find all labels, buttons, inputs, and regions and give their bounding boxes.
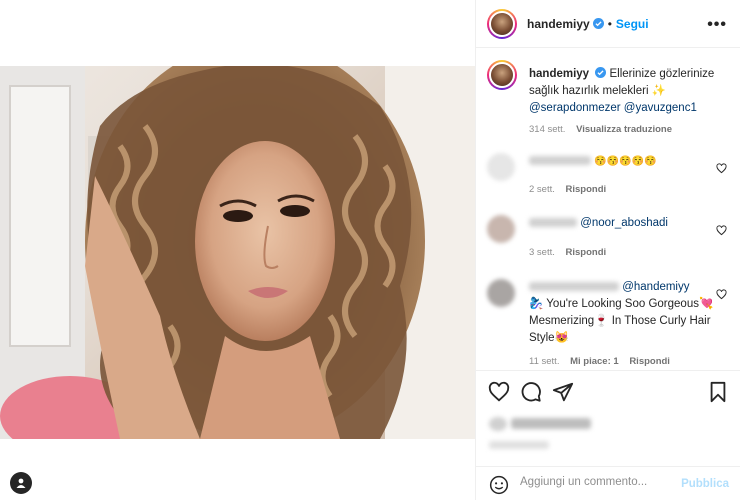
post-date-blurred xyxy=(489,436,549,454)
author-avatar[interactable] xyxy=(487,8,517,39)
commenter-avatar[interactable] xyxy=(487,279,515,307)
reply-button[interactable]: Rispondi xyxy=(566,184,607,195)
verified-badge-icon xyxy=(595,67,607,78)
user-icon xyxy=(16,478,26,488)
comment-likes-count[interactable]: Mi piace: 1 xyxy=(570,356,619,367)
comment-like-heart-icon[interactable] xyxy=(716,225,727,236)
emoji-icon[interactable] xyxy=(489,475,509,495)
commenter-avatar[interactable] xyxy=(487,215,515,243)
comment-time[interactable]: 11 sett. xyxy=(529,356,559,367)
comment-time[interactable]: 2 sett. xyxy=(529,184,555,195)
comment-icon[interactable] xyxy=(520,381,542,403)
translate-button[interactable]: Visualizza traduzione xyxy=(576,124,672,135)
comments-list[interactable]: handemiyy Ellerinize gözlerinize sağlık … xyxy=(476,49,740,369)
media-pane xyxy=(0,0,475,500)
post-side-panel: handemiyy • Segui ••• handemiyy Ellerini… xyxy=(475,0,740,500)
comment-time[interactable]: 3 sett. xyxy=(529,247,555,258)
caption-author[interactable]: handemiyy xyxy=(529,68,589,80)
blurred-username xyxy=(529,218,577,228)
comment-item: 😚😚😚😚😚 2 sett. Rispondi xyxy=(487,153,737,205)
mention-link[interactable]: @serapdonmezer xyxy=(529,102,621,114)
heart-icon[interactable] xyxy=(488,381,510,403)
mention-link[interactable]: @noor_aboshadi xyxy=(580,217,668,229)
blurred-username xyxy=(529,156,591,166)
comment-body: 😚😚😚😚😚 xyxy=(594,156,657,167)
caption-author-avatar[interactable] xyxy=(487,60,517,90)
blurred-username xyxy=(529,282,619,292)
share-icon[interactable] xyxy=(552,381,574,403)
publish-button[interactable]: Pubblica xyxy=(681,478,729,490)
caption-text: handemiyy Ellerinize gözlerinize sağlık … xyxy=(529,66,734,117)
commenter-avatar[interactable] xyxy=(487,153,515,181)
comment-text: @noor_aboshadi xyxy=(529,215,719,232)
comment-meta: 2 sett. Rispondi xyxy=(529,184,606,195)
more-options-icon[interactable]: ••• xyxy=(707,16,727,34)
post-header: handemiyy • Segui ••• xyxy=(476,0,740,48)
caption-emoji: ✨ xyxy=(651,85,667,97)
caption-meta: 314 sett. Visualizza traduzione xyxy=(529,124,672,135)
comment-text: @handemiyy 🧞‍♀️ You're Looking Soo Gorge… xyxy=(529,279,719,347)
post-photo[interactable] xyxy=(0,66,475,439)
photo-illustration xyxy=(0,66,475,439)
comment-meta: 3 sett. Rispondi xyxy=(529,247,606,258)
comment-input[interactable] xyxy=(520,476,680,488)
comment-item: @noor_aboshadi 3 sett. Rispondi xyxy=(487,215,737,267)
comment-item: @handemiyy 🧞‍♀️ You're Looking Soo Gorge… xyxy=(487,279,737,369)
header-separator: • xyxy=(607,16,612,31)
comment-body: 🧞‍♀️ You're Looking Soo Gorgeous💘 Mesmer… xyxy=(529,298,714,344)
comment-text: 😚😚😚😚😚 xyxy=(529,153,719,170)
reply-button[interactable]: Rispondi xyxy=(629,356,670,367)
follow-button[interactable]: Segui xyxy=(616,17,649,31)
likes-count-blurred xyxy=(489,415,592,433)
verified-badge-icon xyxy=(592,18,604,29)
comment-like-heart-icon[interactable] xyxy=(716,289,727,300)
caption-time[interactable]: 314 sett. xyxy=(529,124,565,135)
post-actions-bar xyxy=(476,370,740,410)
comment-like-heart-icon[interactable] xyxy=(716,163,727,174)
comment-meta: 11 sett. Mi piace: 1 Rispondi xyxy=(529,356,670,367)
add-comment-bar: Pubblica xyxy=(476,466,740,500)
mention-link[interactable]: @yavuzgenc1 xyxy=(624,102,697,114)
instagram-post-page: handemiyy • Segui ••• handemiyy Ellerini… xyxy=(0,0,740,500)
tagged-users-button[interactable] xyxy=(10,472,32,494)
reply-button[interactable]: Rispondi xyxy=(566,247,607,258)
mention-link[interactable]: @handemiyy xyxy=(622,281,689,293)
author-username[interactable]: handemiyy xyxy=(527,17,590,31)
bookmark-icon[interactable] xyxy=(707,381,729,403)
